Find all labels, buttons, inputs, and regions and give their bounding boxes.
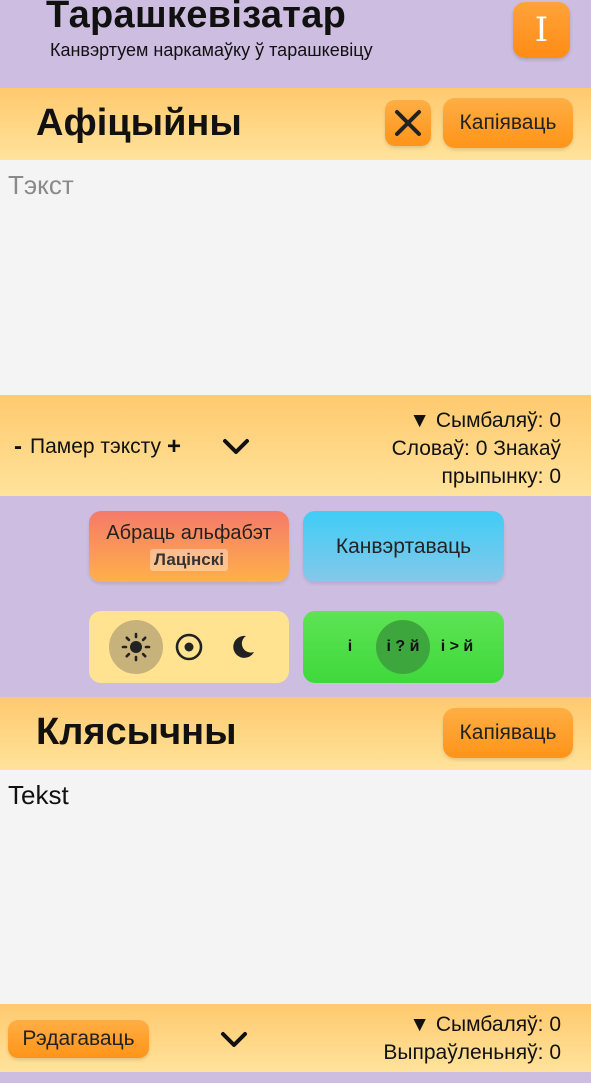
- input-section-header: Афіцыйны Капіяваць: [0, 88, 591, 160]
- info-button[interactable]: I: [513, 2, 570, 58]
- close-icon: [395, 110, 421, 136]
- font-size-increase-button[interactable]: +: [167, 433, 181, 461]
- output-symbols-count[interactable]: ▼ Сымбаляў: 0: [383, 1011, 561, 1039]
- copy-input-button[interactable]: Капіяваць: [443, 98, 573, 148]
- font-size-control: - Памер тэксту +: [14, 433, 181, 461]
- convert-label: Канвэртаваць: [335, 534, 472, 558]
- i-mode-option-2[interactable]: і ? й: [376, 620, 430, 674]
- punct-count: прыпынку: 0: [441, 465, 561, 488]
- input-text: Тэкст: [8, 170, 74, 200]
- edit-label: Рэдагаваць: [22, 1027, 135, 1050]
- convert-button[interactable]: Канвэртаваць: [303, 511, 504, 582]
- app-header: Тарашкевізатар Канвэртуем наркамаўку ў т…: [0, 0, 591, 88]
- alphabet-value: Лацінскі: [150, 549, 228, 571]
- copy-output-label: Капіяваць: [459, 721, 557, 744]
- i-mode-switcher: і і ? й і > й: [303, 611, 504, 683]
- i-mode-option-1[interactable]: і: [339, 620, 361, 674]
- info-button-label: I: [534, 10, 549, 50]
- output-textarea[interactable]: Tekst: [0, 770, 591, 1004]
- i-mode-option-3[interactable]: і > й: [437, 620, 477, 674]
- theme-auto-option[interactable]: [162, 620, 216, 674]
- theme-dark-option[interactable]: [215, 620, 269, 674]
- input-section-footer: - Памер тэксту + ▼ Сымбаляў: 0 Словаў: 0…: [0, 395, 591, 496]
- fixes-count: Выпраўленьняў: 0: [383, 1041, 561, 1064]
- input-stats: ▼ Сымбаляў: 0 Словаў: 0 Знакаў прыпынку:…: [392, 407, 561, 491]
- symbols-count[interactable]: ▼ Сымбаляў: 0: [392, 407, 561, 435]
- words-count: Словаў: 0 Знакаў: [391, 437, 561, 460]
- sun-icon: [121, 632, 151, 662]
- clear-button[interactable]: [385, 100, 431, 146]
- output-text: Tekst: [8, 780, 69, 810]
- copy-output-button[interactable]: Капіяваць: [443, 708, 573, 758]
- edit-button[interactable]: Рэдагаваць: [8, 1020, 149, 1058]
- chevron-down-icon[interactable]: [220, 1030, 248, 1050]
- font-size-label: Памер тэксту: [30, 435, 162, 458]
- copy-input-label: Капіяваць: [459, 111, 557, 134]
- output-section-footer: Рэдагаваць ▼ Сымбаляў: 0 Выпраўленьняў: …: [0, 1004, 591, 1072]
- input-textarea[interactable]: Тэкст: [0, 160, 591, 395]
- theme-switcher: [89, 611, 289, 683]
- output-stats: ▼ Сымбаляў: 0 Выпраўленьняў: 0: [383, 1011, 561, 1067]
- chevron-down-icon[interactable]: [222, 437, 250, 457]
- app-title: Тарашкевізатар: [46, 0, 347, 36]
- input-section-title: Афіцыйны: [36, 102, 242, 144]
- choose-alphabet-button[interactable]: Абраць альфабэт Лацінскі: [89, 511, 289, 582]
- theme-light-option[interactable]: [109, 620, 163, 674]
- output-section-title: Клясычны: [36, 711, 237, 753]
- auto-theme-icon: [175, 633, 203, 661]
- font-size-decrease-button[interactable]: -: [14, 433, 22, 461]
- app-subtitle: Канвэртуем наркамаўку ў тарашкевіцу: [50, 40, 373, 60]
- moon-icon: [233, 635, 254, 658]
- output-section-header: Клясычны Капіяваць: [0, 697, 591, 770]
- alphabet-label: Абраць альфабэт: [106, 522, 272, 544]
